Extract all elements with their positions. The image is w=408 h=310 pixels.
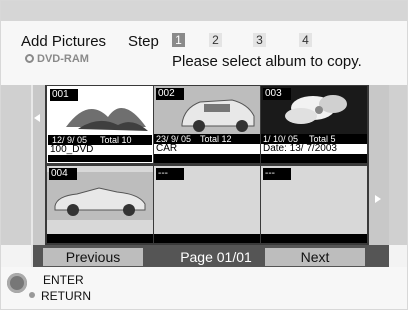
tile-footer [261, 154, 367, 163]
return-label: RETURN [41, 289, 91, 303]
add-pictures-screen: Add Pictures DVD-RAM Step 1 2 3 4 Please… [0, 0, 408, 310]
page-title: Add Pictures [21, 33, 107, 50]
album-tile[interactable]: 002 23/ 9/ 05 Total 12 CAR [154, 86, 260, 163]
enter-dial-icon [7, 273, 27, 293]
album-number: 002 [156, 88, 184, 100]
next-button[interactable]: Next [265, 248, 365, 266]
arrow-right-icon [375, 195, 381, 203]
scroll-right-button[interactable] [369, 85, 389, 245]
album-number: --- [156, 168, 184, 180]
step-2-indicator: 2 [209, 33, 222, 47]
page-navigation: Previous Page 01/01 Next [31, 245, 389, 267]
right-frame [389, 85, 407, 245]
instruction-text: Please select album to copy. [172, 53, 362, 70]
step-3-indicator: 3 [253, 33, 266, 47]
album-tile[interactable]: --- [154, 166, 260, 243]
album-name: CAR [154, 144, 260, 154]
album-tile[interactable]: 003 1/ 10/ 05 Total 5 Date: 13/ 7/2003 [261, 86, 367, 163]
divider [31, 85, 33, 267]
step-1-indicator: 1 [172, 33, 185, 47]
tile-footer [47, 234, 153, 243]
left-frame [1, 85, 31, 245]
tile-footer [48, 155, 152, 162]
album-total: Total 12 [200, 134, 232, 144]
album-tile[interactable]: 004 [47, 166, 153, 243]
disc-label: DVD-RAM [37, 53, 89, 65]
album-number: 004 [49, 168, 77, 180]
album-total: Total 10 [100, 135, 132, 145]
tile-footer [261, 234, 367, 243]
album-tile[interactable]: 001 12/ 9/ 05 Total 10 100_DVD [47, 86, 153, 163]
header: Add Pictures DVD-RAM Step 1 2 3 4 Please… [1, 21, 407, 85]
disc-type: DVD-RAM [25, 53, 89, 65]
scroll-left-button[interactable] [31, 85, 45, 245]
album-number: 003 [263, 88, 291, 100]
tile-footer [154, 234, 260, 243]
step-label: Step [128, 33, 159, 50]
album-name: 100_DVD [48, 145, 152, 155]
enter-label: ENTER [43, 273, 84, 287]
step-4-indicator: 4 [299, 33, 312, 47]
album-number: --- [263, 168, 291, 180]
top-bar [1, 1, 407, 21]
album-tile[interactable]: --- [261, 166, 367, 243]
arrow-left-icon [34, 114, 40, 122]
album-name: Date: 13/ 7/2003 [261, 144, 367, 154]
previous-button[interactable]: Previous [43, 248, 143, 266]
tile-footer [154, 154, 260, 163]
footer: ENTER RETURN [1, 267, 407, 309]
album-grid: 001 12/ 9/ 05 Total 10 100_DVD 002 23/ 9/… [45, 85, 369, 245]
disc-icon [25, 54, 34, 63]
album-number: 001 [50, 89, 78, 101]
page-indicator: Page 01/01 [180, 249, 252, 265]
return-dot-icon [29, 292, 35, 298]
